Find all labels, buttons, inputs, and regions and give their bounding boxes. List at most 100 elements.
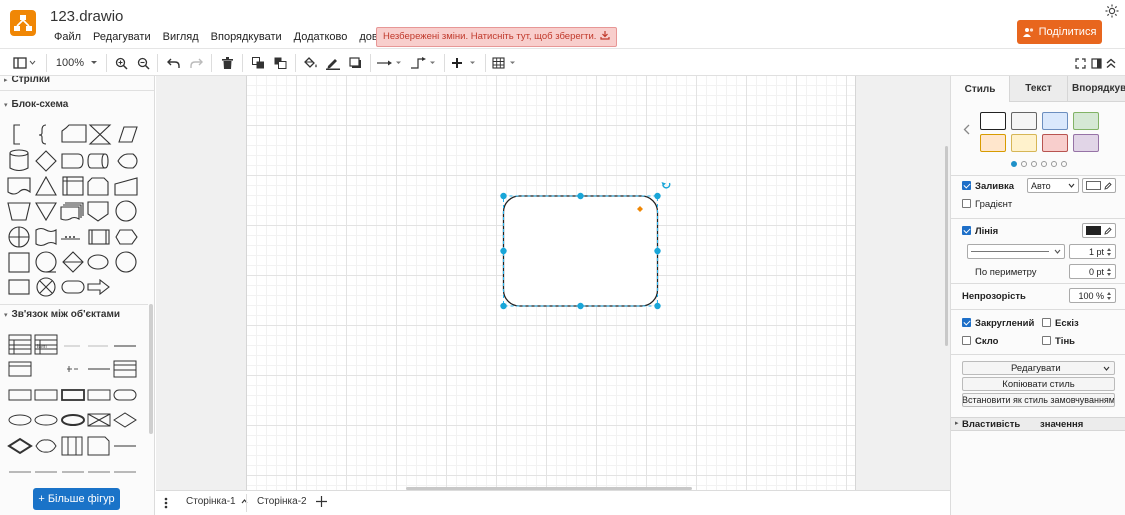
card-shape[interactable]	[61, 124, 87, 143]
delete-button[interactable]	[219, 53, 235, 73]
manual-operation-shape[interactable]	[7, 202, 31, 221]
page-dot[interactable]	[1031, 161, 1037, 167]
waypoints-button[interactable]	[410, 53, 438, 73]
style-swatch[interactable]	[980, 134, 1006, 152]
opacity-stepper[interactable]: 100 %	[1069, 288, 1116, 303]
data-parallelogram-shape[interactable]	[118, 126, 138, 143]
shadow-checkbox[interactable]	[1042, 336, 1051, 345]
gradient-checkbox[interactable]	[962, 199, 971, 208]
preparation-shape[interactable]	[115, 229, 138, 245]
tab-text[interactable]: Текст	[1009, 76, 1067, 102]
line-width-stepper[interactable]: 1 pt	[1069, 244, 1116, 259]
tab-arrange[interactable]: Впорядкувати	[1067, 76, 1125, 102]
pages-menu-button[interactable]	[164, 497, 168, 512]
theme-sun-icon[interactable]	[1105, 4, 1119, 18]
collapse-toolbar-button[interactable]	[1104, 53, 1118, 73]
fill-checkbox[interactable]	[962, 181, 971, 190]
er-relation-row-shape[interactable]	[7, 436, 136, 456]
zoom-select[interactable]: 100%	[54, 53, 100, 73]
collate-shape[interactable]	[88, 124, 112, 145]
to-front-button[interactable]	[250, 53, 266, 73]
menu-extras[interactable]: Додатково	[288, 31, 354, 43]
set-default-style-button[interactable]: Встановити як стиль замовчуванням	[962, 393, 1115, 407]
more-shapes-button[interactable]: + Більше фігур	[33, 488, 120, 510]
style-swatch[interactable]	[1042, 112, 1068, 130]
zoom-out-button[interactable]	[135, 53, 151, 73]
annotation-shape[interactable]	[13, 124, 20, 145]
menu-view[interactable]: Вигляд	[157, 31, 205, 43]
predefined-process-shape[interactable]	[88, 229, 110, 245]
on-page-reference-shape[interactable]	[115, 200, 137, 222]
display-shape[interactable]	[117, 153, 138, 169]
line-pattern-select[interactable]	[967, 244, 1065, 259]
page-dot[interactable]	[1041, 161, 1047, 167]
terminator-shape[interactable]	[36, 277, 56, 297]
extract-triangle-shape[interactable]	[35, 175, 57, 196]
fill-color-picker[interactable]	[1082, 178, 1116, 193]
fill-color-button[interactable]	[303, 53, 319, 73]
switch-shape[interactable]	[8, 279, 30, 295]
style-swatch[interactable]	[1011, 112, 1037, 130]
line-checkbox[interactable]	[962, 226, 971, 235]
section-arrows-header[interactable]: ▸ Стрілки	[4, 76, 50, 85]
manual-input-shape[interactable]	[114, 177, 138, 196]
paper-tape-shape[interactable]	[35, 227, 57, 247]
page-tab-1[interactable]: Сторінка-1	[186, 496, 249, 507]
line-color-picker[interactable]	[1082, 223, 1116, 238]
sequential-storage-shape[interactable]	[35, 251, 57, 273]
menu-file[interactable]: Файл	[48, 31, 87, 43]
er-line-shape[interactable]	[67, 366, 110, 372]
er-entity-shape[interactable]	[8, 361, 32, 377]
page-dot[interactable]	[1061, 161, 1067, 167]
er-entity-alt-shape[interactable]	[113, 360, 137, 378]
multi-document-shape[interactable]	[60, 202, 84, 221]
page-tab-2[interactable]: Сторінка-2	[257, 496, 307, 507]
glass-checkbox[interactable]	[962, 336, 971, 345]
stored-data-shape[interactable]	[87, 254, 109, 270]
document-shape[interactable]	[7, 177, 31, 195]
tab-style[interactable]: Стиль	[951, 76, 1009, 102]
undo-button[interactable]	[165, 53, 181, 73]
insert-button[interactable]	[451, 53, 479, 73]
table-button[interactable]	[492, 53, 520, 73]
menu-arrange[interactable]: Впорядкувати	[205, 31, 288, 43]
zoom-in-button[interactable]	[113, 53, 129, 73]
shadow-button[interactable]	[347, 53, 363, 73]
page-dot[interactable]	[1021, 161, 1027, 167]
line-color-button[interactable]	[325, 53, 341, 73]
style-swatch[interactable]	[1073, 134, 1099, 152]
loop-limit-shape[interactable]	[87, 177, 109, 196]
share-button[interactable]: Поділитися	[1017, 20, 1102, 44]
fill-mode-select[interactable]: Авто	[1027, 178, 1079, 193]
expand-triangle-icon[interactable]: ▸	[955, 419, 959, 427]
page-dot[interactable]	[1051, 161, 1057, 167]
format-panel-toggle-button[interactable]	[1089, 53, 1103, 73]
copy-style-button[interactable]: Копіювати стиль	[962, 377, 1115, 391]
internal-storage-shape[interactable]	[62, 176, 84, 196]
er-entity-row-shape[interactable]	[8, 389, 137, 401]
style-swatch[interactable]	[1042, 134, 1068, 152]
section-flowchart-header[interactable]: ▾ Блок-схема	[4, 99, 68, 110]
connection-style-button[interactable]	[377, 53, 403, 73]
fullscreen-button[interactable]	[1073, 53, 1087, 73]
swatches-prev-button[interactable]	[963, 124, 970, 138]
page-dot[interactable]	[1011, 161, 1017, 167]
er-attribute-row-shape[interactable]	[8, 412, 137, 428]
style-swatch[interactable]	[980, 112, 1006, 130]
sidebar-scrollbar[interactable]	[149, 304, 153, 434]
add-page-button[interactable]	[315, 495, 328, 511]
summing-junction-shape[interactable]	[115, 251, 137, 273]
start-end-shape[interactable]	[61, 280, 85, 294]
database-shape[interactable]	[9, 149, 29, 172]
merge-shape[interactable]	[35, 202, 57, 222]
brace-shape[interactable]	[38, 124, 47, 145]
to-back-button[interactable]	[272, 53, 288, 73]
document-title[interactable]: 123.drawio	[50, 8, 123, 25]
arrow-right-shape[interactable]	[87, 278, 110, 296]
redo-button[interactable]	[188, 53, 204, 73]
style-swatch[interactable]	[1073, 112, 1099, 130]
er-table-shape[interactable]	[8, 334, 32, 355]
menu-edit[interactable]: Редагувати	[87, 31, 157, 43]
process-shape[interactable]	[8, 252, 30, 273]
unsaved-changes-notice[interactable]: Незбережені зміни. Натисніть тут, щоб зб…	[376, 27, 618, 47]
